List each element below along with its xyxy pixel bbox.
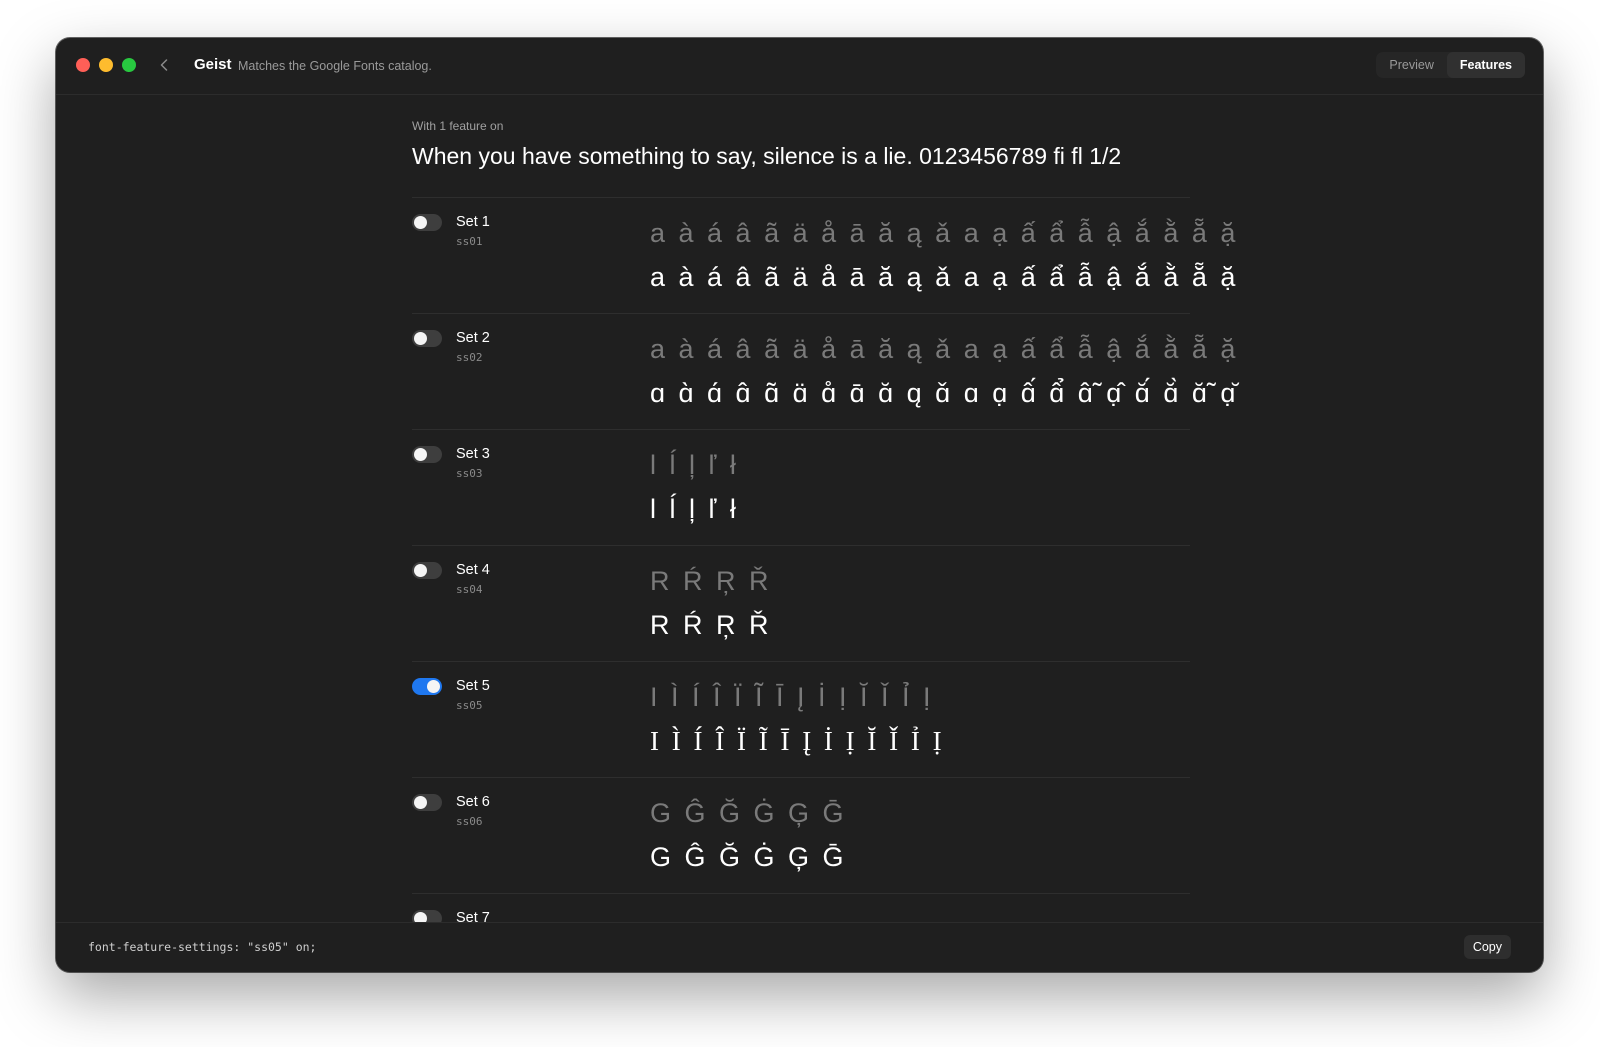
glyphs-alternate: R Ŕ Ŗ Ř	[650, 610, 772, 640]
glyphs-alternate: a à á â ã ä å ā ă ą ǎ a ạ ấ ẩ ẫ ậ ắ ằ ẵ …	[650, 262, 1239, 292]
close-window-button[interactable]	[76, 58, 90, 72]
feature-row-ss01: Set 1 ss01 a à á â ã ä å ā ă ą ǎ a ạ ấ ẩ…	[412, 198, 1235, 314]
css-snippet: font-feature-settings: "ss05" on;	[88, 940, 317, 954]
set-name: Set 6	[456, 794, 490, 810]
features-caption: With 1 feature on	[412, 119, 504, 133]
set-tag: ss01	[456, 235, 483, 248]
toggle-knob	[414, 332, 427, 345]
set-tag: ss04	[456, 583, 483, 596]
toggle-ss04[interactable]	[412, 562, 442, 579]
set-name: Set 2	[456, 330, 490, 346]
toggle-ss03[interactable]	[412, 446, 442, 463]
minimize-window-button[interactable]	[99, 58, 113, 72]
glyphs-default: a à á â ã ä å ā ă ą ǎ a ạ ấ ẩ ẫ ậ ắ ằ ẵ …	[650, 218, 1239, 248]
view-switcher: Preview Features	[1376, 52, 1525, 78]
set-name: Set 1	[456, 214, 490, 230]
chevron-left-icon	[160, 59, 168, 71]
glyphs-alternate: G Ĝ Ğ Ġ Ģ Ḡ	[650, 842, 847, 872]
glyphs-alternate: l ĺ ļ ľ ł	[650, 494, 739, 524]
set-name: Set 5	[456, 678, 490, 694]
toggle-ss02[interactable]	[412, 330, 442, 347]
toggle-knob	[414, 796, 427, 809]
features-content[interactable]: With 1 feature on When you have somethin…	[56, 95, 1543, 962]
set-name: Set 4	[456, 562, 490, 578]
sample-text: When you have something to say, silence …	[412, 143, 1122, 169]
set-tag: ss06	[456, 815, 483, 828]
app-subtitle: Matches the Google Fonts catalog.	[238, 59, 432, 73]
set-name: Set 3	[456, 446, 490, 462]
feature-row-ss02: Set 2 ss02 a à á â ã ä å ā ă ą ǎ a ạ ấ ẩ…	[412, 314, 1235, 430]
app-title: Geist	[194, 56, 232, 73]
glyphs-alternate: I Ì Í Î Ï Ĩ Ī Į İ Ị Ĭ Ǐ Ỉ Ị	[650, 726, 945, 756]
tab-features[interactable]: Features	[1446, 52, 1525, 78]
tab-preview[interactable]: Preview	[1376, 52, 1446, 78]
toggle-knob	[414, 216, 427, 229]
feature-row-ss04: Set 4 ss04 R Ŕ Ŗ Ř R Ŕ Ŗ Ř	[412, 546, 1190, 662]
toggle-knob	[427, 680, 440, 693]
toggle-ss05[interactable]	[412, 678, 442, 695]
glyphs-alternate: ɑ ɑ̀ ɑ́ ɑ̂ ɑ̃ ɑ̈ ɑ̊ ɑ̄ ɑ̆ ɑ̨ ɑ̌ ɑ ɑ̣ ɑ̂́…	[650, 378, 1239, 408]
set-tag: ss05	[456, 699, 483, 712]
title-bar: Geist Matches the Google Fonts catalog. …	[56, 38, 1543, 95]
toggle-knob	[414, 448, 427, 461]
glyphs-default: R Ŕ Ŗ Ř	[650, 566, 772, 596]
glyphs-default: G Ĝ Ğ Ġ Ģ Ḡ	[650, 798, 847, 828]
zoom-window-button[interactable]	[122, 58, 136, 72]
back-button[interactable]	[154, 54, 174, 76]
toggle-ss06[interactable]	[412, 794, 442, 811]
set-tag: ss02	[456, 351, 483, 364]
feature-row-ss05: Set 5 ss05 I Ì Í Î Ï Ĩ Ī Į İ Ị Ĭ Ǐ Ỉ Ị I…	[412, 662, 1190, 778]
toggle-knob	[414, 564, 427, 577]
set-tag: ss03	[456, 467, 483, 480]
feature-row-ss03: Set 3 ss03 l ĺ ļ ľ ł l ĺ ļ ľ ł	[412, 430, 1190, 546]
glyphs-default: l ĺ ļ ľ ł	[650, 450, 739, 480]
toggle-ss01[interactable]	[412, 214, 442, 231]
copy-button[interactable]: Copy	[1463, 935, 1511, 959]
glyphs-default: I Ì Í Î Ï Ĩ Ī Į İ Ị Ĭ Ǐ Ỉ Ị	[650, 682, 934, 712]
css-footer: font-feature-settings: "ss05" on; Copy	[56, 922, 1543, 972]
app-window: Geist Matches the Google Fonts catalog. …	[56, 38, 1543, 972]
glyphs-default: a à á â ã ä å ā ă ą ǎ a ạ ấ ẩ ẫ ậ ắ ằ ẵ …	[650, 334, 1239, 364]
feature-row-ss06: Set 6 ss06 G Ĝ Ğ Ġ Ģ Ḡ G Ĝ Ğ Ġ Ģ Ḡ	[412, 778, 1190, 894]
